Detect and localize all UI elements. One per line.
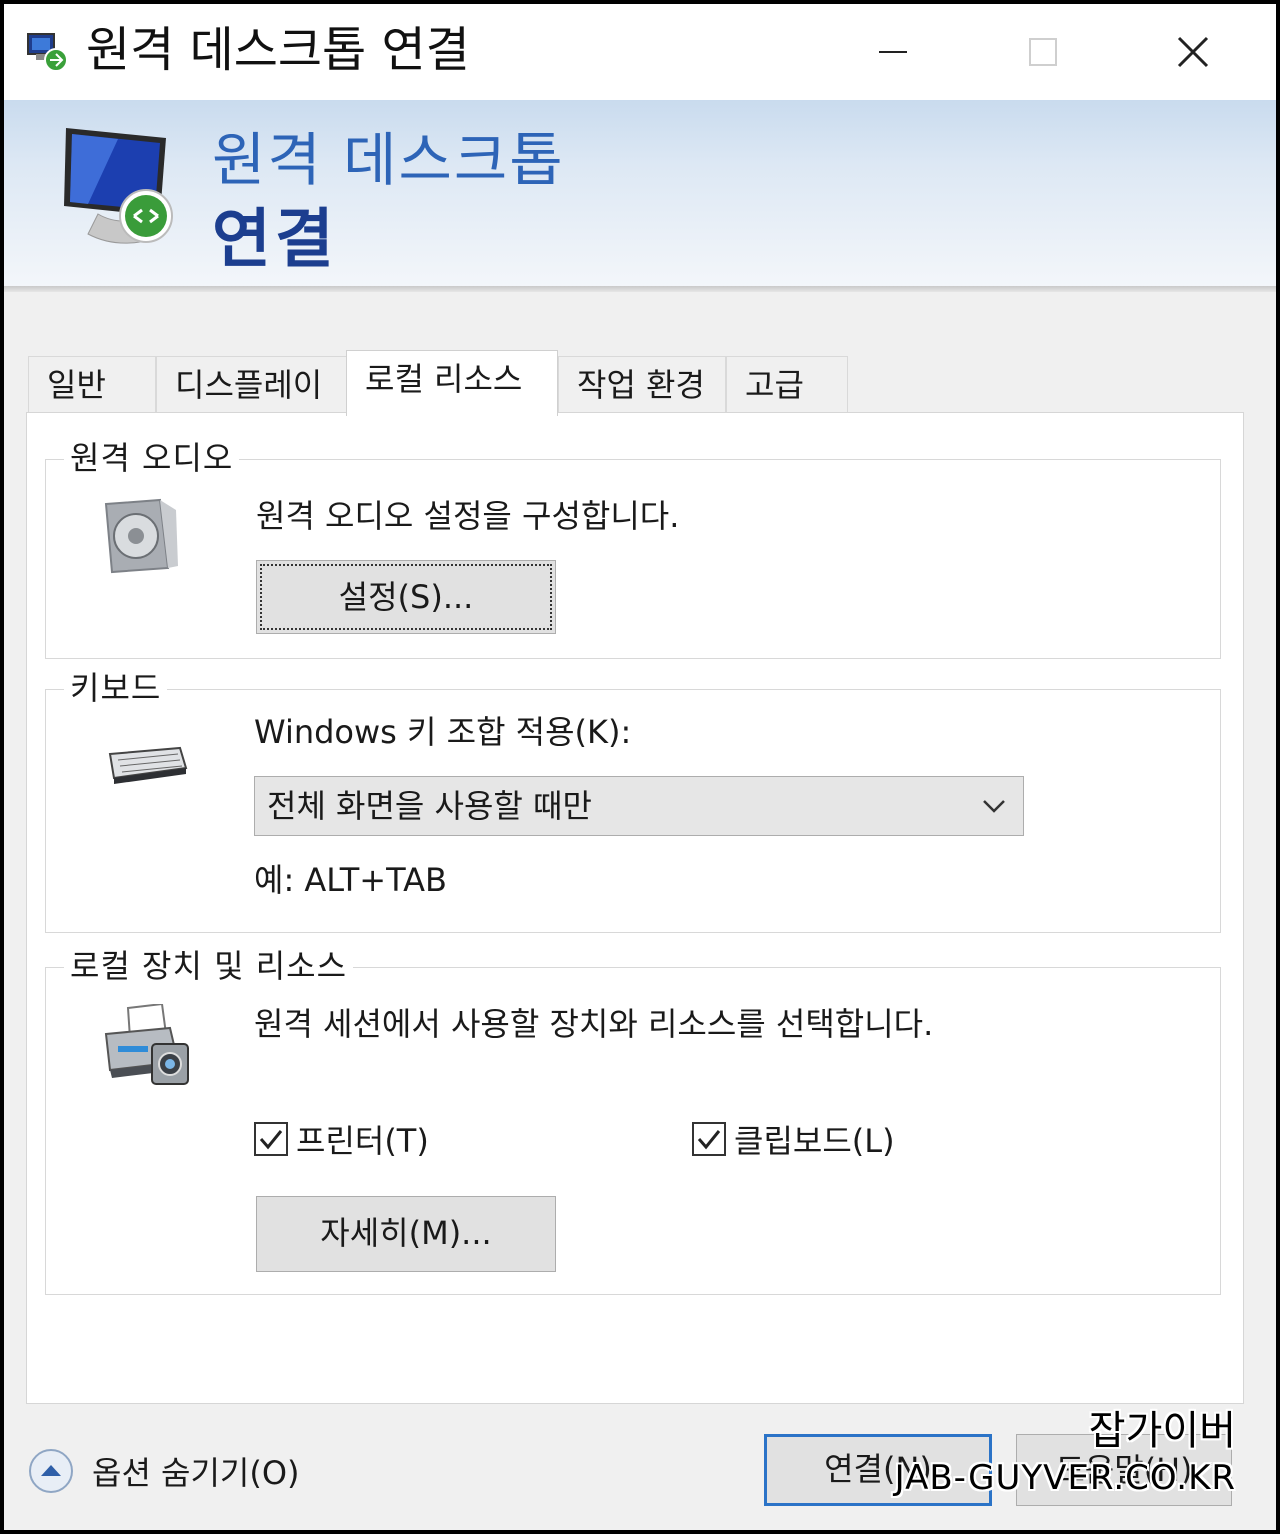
maximize-icon	[1029, 38, 1057, 66]
windows-key-combo-value: 전체 화면을 사용할 때만	[267, 787, 592, 825]
printer-checkbox[interactable]	[254, 1122, 288, 1156]
windows-key-combo-label: Windows 키 조합 적용(K):	[254, 713, 632, 751]
maximize-button	[968, 4, 1118, 100]
banner-divider	[4, 286, 1276, 292]
keyboard-example: 예: ALT+TAB	[254, 861, 447, 899]
header-banner: 원격 데스크톱 연결	[4, 100, 1276, 286]
remote-audio-description: 원격 오디오 설정을 구성합니다.	[256, 497, 680, 535]
minimize-button[interactable]	[818, 4, 968, 100]
local-devices-group: 로컬 장치 및 리소스 원격 세션에서 사용할 장치와 리소스를 선택합니다. …	[45, 944, 1221, 1295]
chevron-up-circle-icon	[29, 1449, 73, 1493]
watermark-brand: 잡가이버	[1088, 1408, 1236, 1454]
printer-label: 프린터(T)	[296, 1122, 429, 1160]
keyboard-icon	[108, 746, 188, 784]
remote-desktop-app-icon	[27, 33, 68, 72]
banner-title: 원격 데스크톱	[212, 126, 565, 194]
minimize-icon	[879, 51, 907, 53]
watermark-url: JAB-GUYVER.CO.KR	[894, 1458, 1236, 1498]
keyboard-group-label: 키보드	[64, 666, 168, 710]
printer-camera-icon	[104, 1004, 189, 1085]
close-button[interactable]	[1118, 4, 1268, 100]
keyboard-group: 키보드 Windows 키 조합 적용(K): 전체 화면을 사용할 때만 예:…	[45, 666, 1221, 933]
clipboard-label: 클립보드(L)	[734, 1122, 895, 1160]
clipboard-checkbox[interactable]	[692, 1122, 726, 1156]
tab-display[interactable]: 디스플레이	[156, 356, 348, 412]
remote-audio-group: 원격 오디오 원격 오디오 설정을 구성합니다. 설정(S)...	[45, 436, 1221, 659]
tab-local-resources[interactable]: 로컬 리소스	[346, 350, 558, 416]
checkmark-icon	[259, 1130, 283, 1150]
more-details-button[interactable]: 자세히(M)...	[256, 1196, 556, 1272]
tab-experience[interactable]: 작업 환경	[558, 356, 726, 412]
watermark: 잡가이버 JAB-GUYVER.CO.KR	[895, 1406, 1236, 1500]
remote-audio-group-label: 원격 오디오	[64, 436, 240, 480]
title-bar[interactable]: 원격 데스크톱 연결	[4, 4, 1276, 100]
banner-subtitle: 연결	[212, 203, 338, 277]
speaker-icon	[104, 498, 178, 574]
local-resources-panel: 원격 오디오 원격 오디오 설정을 구성합니다. 설정(S)... 키보드 Wi…	[26, 412, 1244, 1404]
local-devices-description: 원격 세션에서 사용할 장치와 리소스를 선택합니다.	[254, 1005, 934, 1043]
chevron-down-icon	[983, 800, 1005, 813]
close-icon	[1177, 36, 1209, 68]
audio-settings-button[interactable]: 설정(S)...	[256, 560, 556, 634]
windows-key-combo-select[interactable]: 전체 화면을 사용할 때만	[254, 776, 1024, 836]
tab-advanced[interactable]: 고급	[726, 356, 848, 412]
window-title: 원격 데스크톱 연결	[86, 22, 470, 78]
remote-desktop-window: 원격 데스크톱 연결 원격 데스크톱 연결 일반 디스플레이 로컬 리소스 작업…	[4, 4, 1276, 1530]
clipboard-checkbox-row[interactable]: 클립보드(L)	[692, 1116, 895, 1162]
hide-options-label: 옵션 숨기기(O)	[92, 1454, 300, 1492]
hide-options-toggle[interactable]: 옵션 숨기기(O)	[28, 1448, 300, 1494]
checkmark-icon	[697, 1130, 721, 1150]
local-devices-group-label: 로컬 장치 및 리소스	[64, 944, 354, 988]
printer-checkbox-row[interactable]: 프린터(T)	[254, 1116, 429, 1162]
tab-general[interactable]: 일반	[28, 356, 156, 412]
monitor-icon	[64, 128, 173, 244]
